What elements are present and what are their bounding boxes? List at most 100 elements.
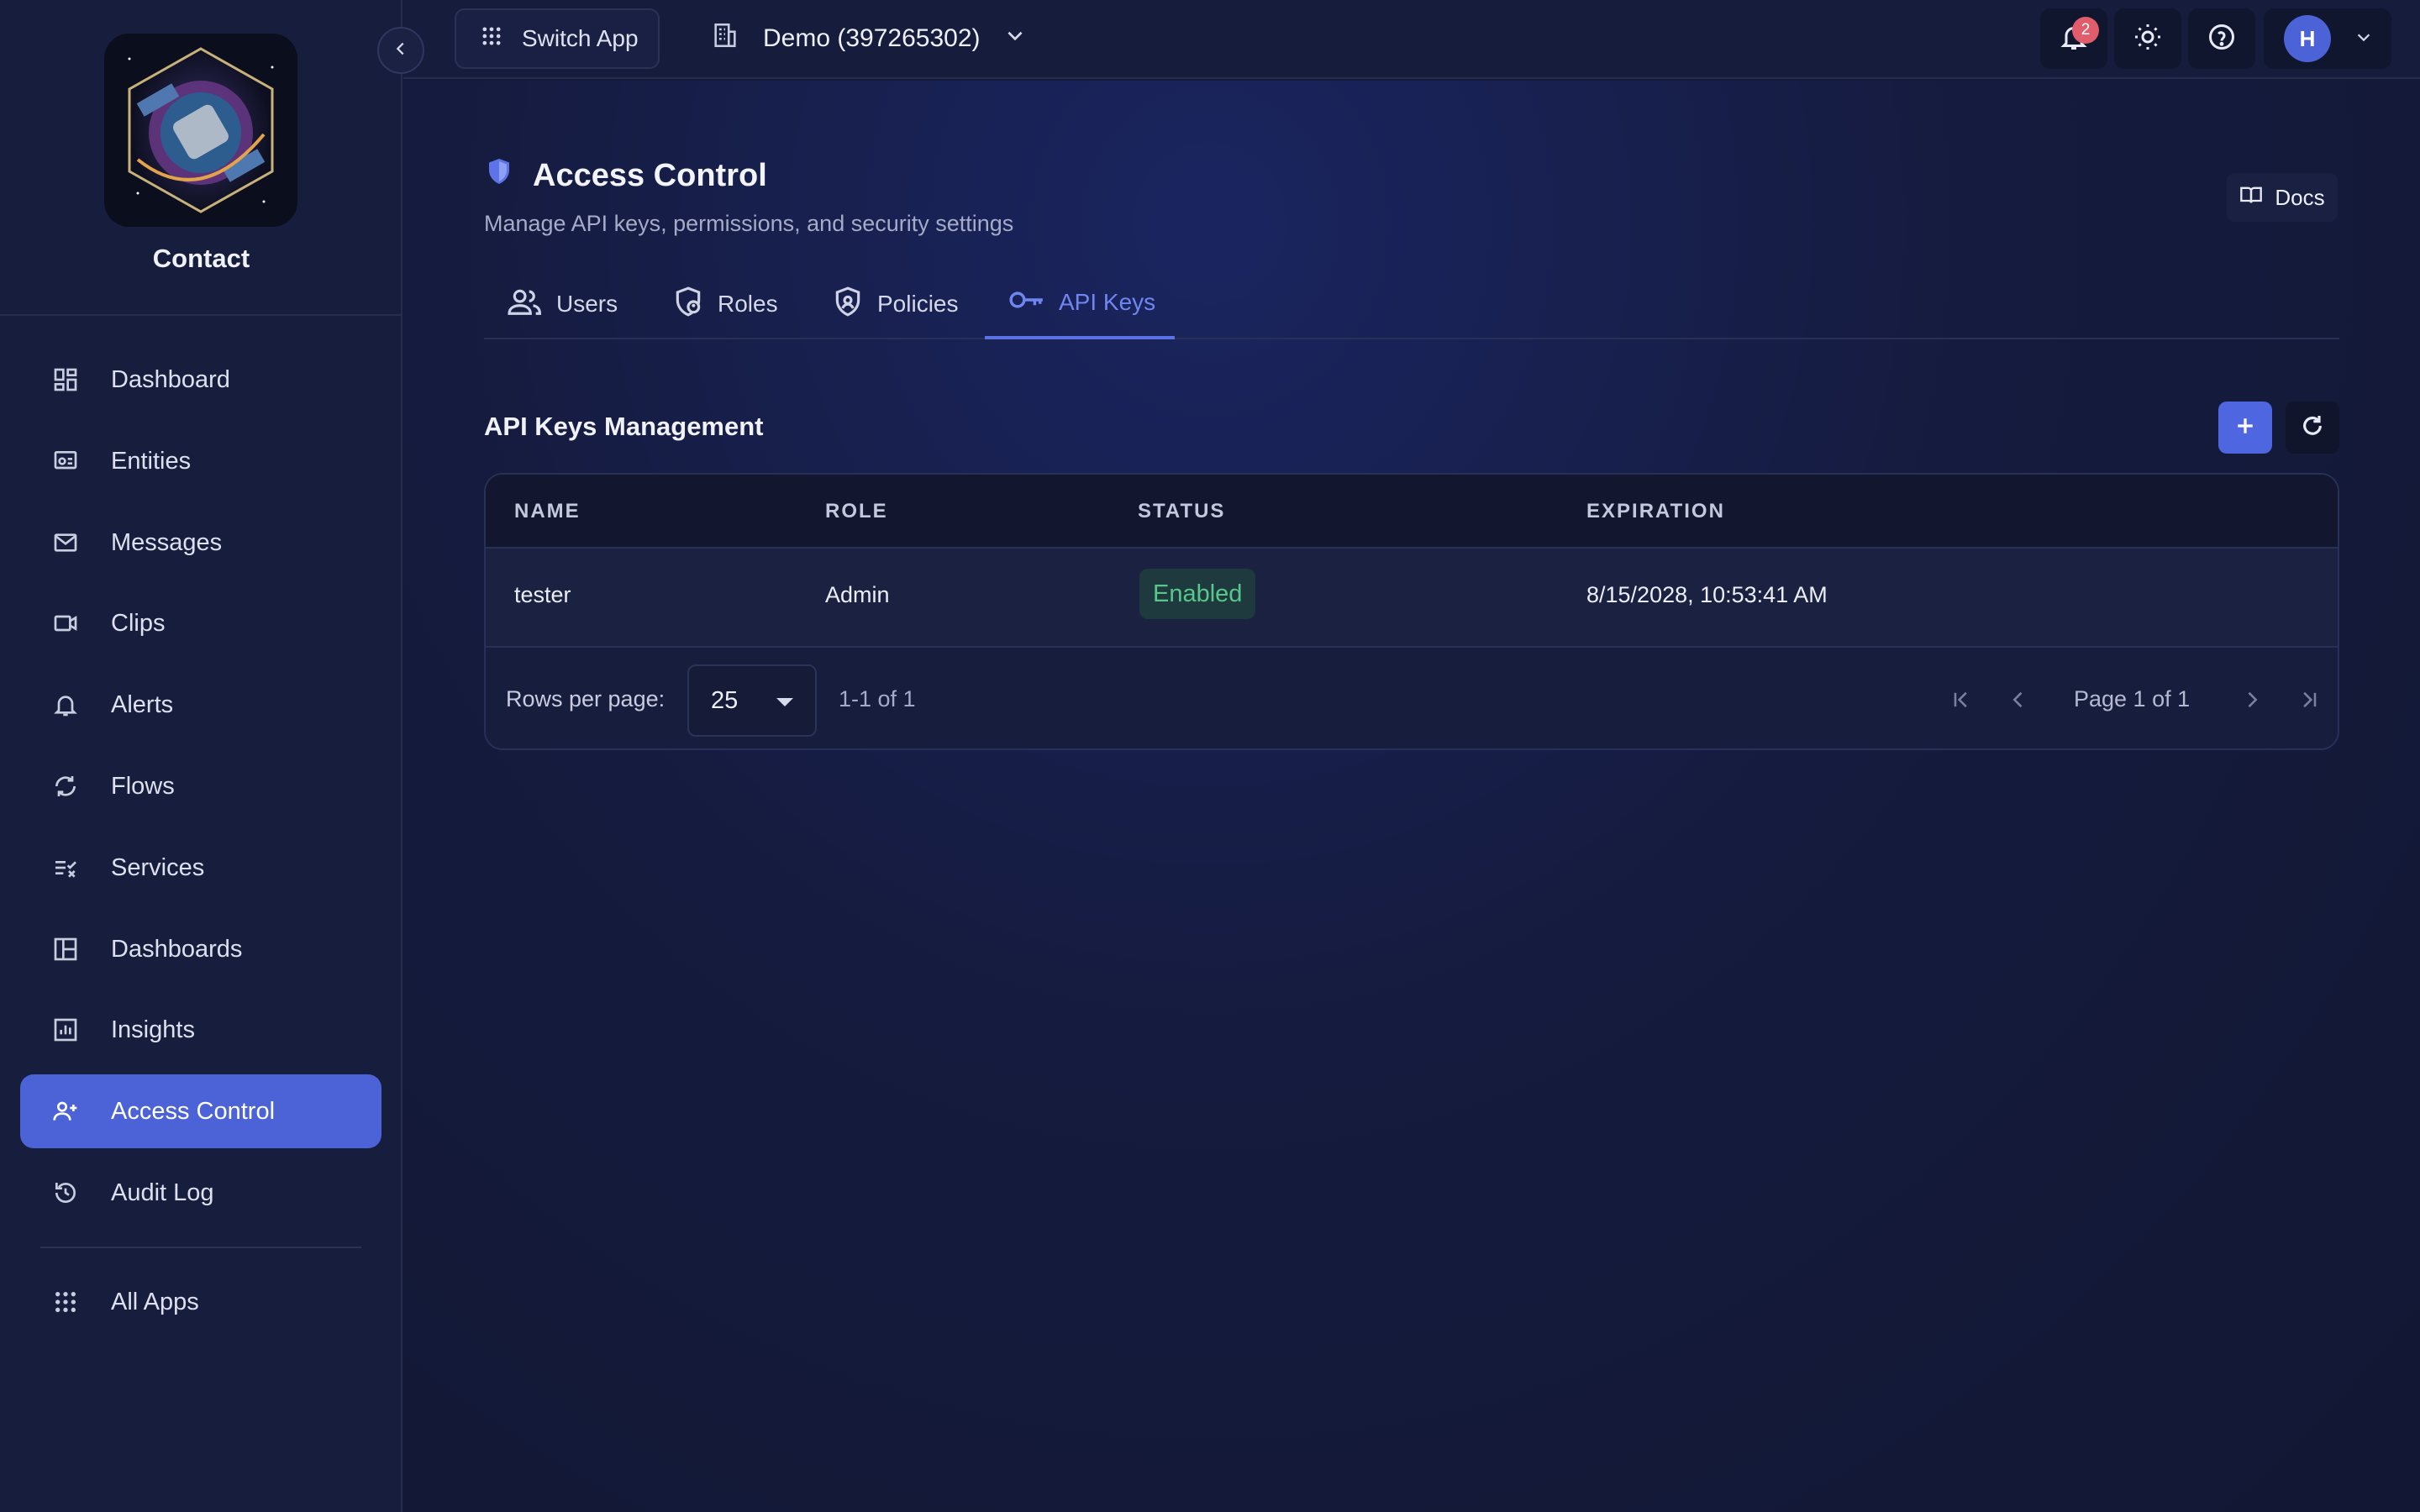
tab-users[interactable]: Users	[508, 269, 618, 339]
sidebar-item-label: Access Control	[111, 1097, 276, 1125]
shield-icon	[484, 156, 514, 195]
refresh-button[interactable]	[2286, 402, 2339, 454]
sun-icon	[2133, 22, 2163, 56]
sidebar-item-services[interactable]: Services	[20, 831, 381, 905]
sidebar-item-label: Audit Log	[111, 1179, 214, 1206]
cell-expiration: 8/15/2028, 10:53:41 AM	[1586, 582, 1828, 607]
rows-per-page-value: 25	[711, 686, 739, 714]
grid-icon	[49, 1285, 82, 1319]
chevron-down-icon	[2354, 28, 2373, 50]
org-selector[interactable]: Demo (397265302)	[711, 8, 1026, 69]
chevron-left-icon	[2012, 691, 2023, 708]
sidebar-item-label: Flows	[111, 772, 175, 800]
sidebar-item-dashboards[interactable]: Dashboards	[20, 912, 381, 986]
plus-icon	[2233, 413, 2258, 443]
flows-icon	[49, 769, 82, 803]
sidebar-item-messages[interactable]: Messages	[20, 506, 381, 580]
sidebar-divider	[40, 1247, 361, 1248]
notifications-button[interactable]: 2	[2040, 8, 2107, 69]
tab-label: Users	[556, 291, 618, 317]
chevron-left-icon	[392, 39, 410, 62]
sidebar-item-clips[interactable]: Clips	[20, 586, 381, 660]
first-page-icon	[1954, 691, 1967, 708]
tab-label: Roles	[718, 291, 778, 317]
caret-down-icon	[776, 698, 793, 706]
column-header-role[interactable]: ROLE	[825, 500, 888, 523]
column-header-expiration[interactable]: EXPIRATION	[1586, 500, 1725, 523]
pagination-range: 1-1 of 1	[839, 686, 916, 711]
last-page-icon	[2303, 691, 2317, 708]
column-header-status[interactable]: STATUS	[1138, 500, 1225, 523]
theme-toggle-button[interactable]	[2114, 8, 2181, 69]
section-title: API Keys Management	[484, 412, 764, 441]
org-name: Demo (397265302)	[763, 24, 981, 52]
tab-label: Policies	[877, 291, 959, 317]
sidebar-item-access-control[interactable]: Access Control	[20, 1074, 381, 1148]
access-control-icon	[49, 1095, 82, 1128]
bell-icon	[49, 688, 82, 722]
sidebar-item-insights[interactable]: Insights	[20, 993, 381, 1067]
last-page-button[interactable]	[2292, 683, 2326, 717]
add-api-key-button[interactable]	[2218, 402, 2272, 454]
sidebar-item-label: Messages	[111, 528, 223, 556]
shield-lock-icon	[832, 286, 864, 323]
tab-policies[interactable]: Policies	[832, 269, 958, 339]
app-logo	[104, 34, 297, 227]
tab-roles[interactable]: Roles	[672, 269, 778, 339]
page-info: Page 1 of 1	[2074, 686, 2191, 711]
collapse-sidebar-button[interactable]	[377, 27, 424, 74]
previous-page-button[interactable]	[2002, 683, 2035, 717]
tab-label: API Keys	[1059, 289, 1156, 315]
mail-icon	[49, 526, 82, 559]
docs-label: Docs	[2275, 184, 2325, 210]
api-keys-table: NAME ROLE STATUS EXPIRATION tester Admin…	[484, 473, 2339, 750]
table-header: NAME ROLE STATUS EXPIRATION	[486, 475, 2338, 549]
sidebar-item-label: Dashboard	[111, 365, 230, 393]
sidebar-item-all-apps[interactable]: All Apps	[20, 1265, 381, 1339]
page-title-text: Access Control	[533, 157, 767, 193]
video-icon	[49, 606, 82, 640]
notification-badge: 2	[2072, 17, 2099, 44]
help-button[interactable]	[2188, 8, 2255, 69]
switch-app-button[interactable]: Switch App	[455, 8, 660, 69]
column-header-name[interactable]: NAME	[514, 500, 581, 523]
sidebar-divider	[0, 314, 402, 316]
next-page-button[interactable]	[2235, 683, 2269, 717]
dashboard-icon	[49, 363, 82, 396]
tabs: Users Roles Policies API Keys	[484, 269, 2339, 339]
rows-per-page-select[interactable]: 25	[687, 664, 817, 737]
cell-role: Admin	[825, 582, 890, 607]
sidebar-item-label: All Apps	[111, 1288, 199, 1315]
docs-button[interactable]: Docs	[2227, 173, 2338, 222]
page-title: Access Control	[484, 156, 767, 195]
rows-per-page-label: Rows per page:	[506, 686, 666, 711]
app-name: Contact	[152, 244, 250, 273]
users-icon	[508, 286, 543, 323]
sidebar-item-entities[interactable]: Entities	[20, 424, 381, 498]
chevron-down-icon	[1004, 24, 1026, 53]
sidebar-item-audit-log[interactable]: Audit Log	[20, 1156, 381, 1230]
sidebar-item-alerts[interactable]: Alerts	[20, 668, 381, 742]
pagination: Rows per page: 25 1-1 of 1 Page 1 of 1	[486, 649, 2338, 748]
sidebar-item-label: Services	[111, 853, 205, 881]
building-icon	[711, 21, 739, 56]
first-page-button[interactable]	[1944, 683, 1978, 717]
chevron-right-icon	[2248, 691, 2258, 708]
services-icon	[49, 851, 82, 885]
tab-api-keys[interactable]: API Keys	[985, 269, 1175, 339]
sidebar-item-dashboard[interactable]: Dashboard	[20, 343, 381, 417]
sidebar-item-flows[interactable]: Flows	[20, 749, 381, 823]
avatar: H	[2284, 15, 2331, 62]
table-row[interactable]: tester Admin Enabled 8/15/2028, 10:53:41…	[486, 549, 2338, 648]
refresh-icon	[2299, 412, 2326, 444]
cell-name: tester	[514, 582, 571, 607]
dashboards-icon	[49, 932, 82, 966]
user-menu[interactable]: H	[2264, 8, 2391, 69]
grid-icon	[480, 24, 503, 54]
sidebar-item-label: Clips	[111, 609, 166, 637]
status-badge: Enabled	[1139, 569, 1256, 619]
page-subtitle: Manage API keys, permissions, and securi…	[484, 211, 1014, 236]
insights-icon	[49, 1013, 82, 1047]
history-icon	[49, 1176, 82, 1210]
sidebar-item-label: Alerts	[111, 690, 174, 718]
